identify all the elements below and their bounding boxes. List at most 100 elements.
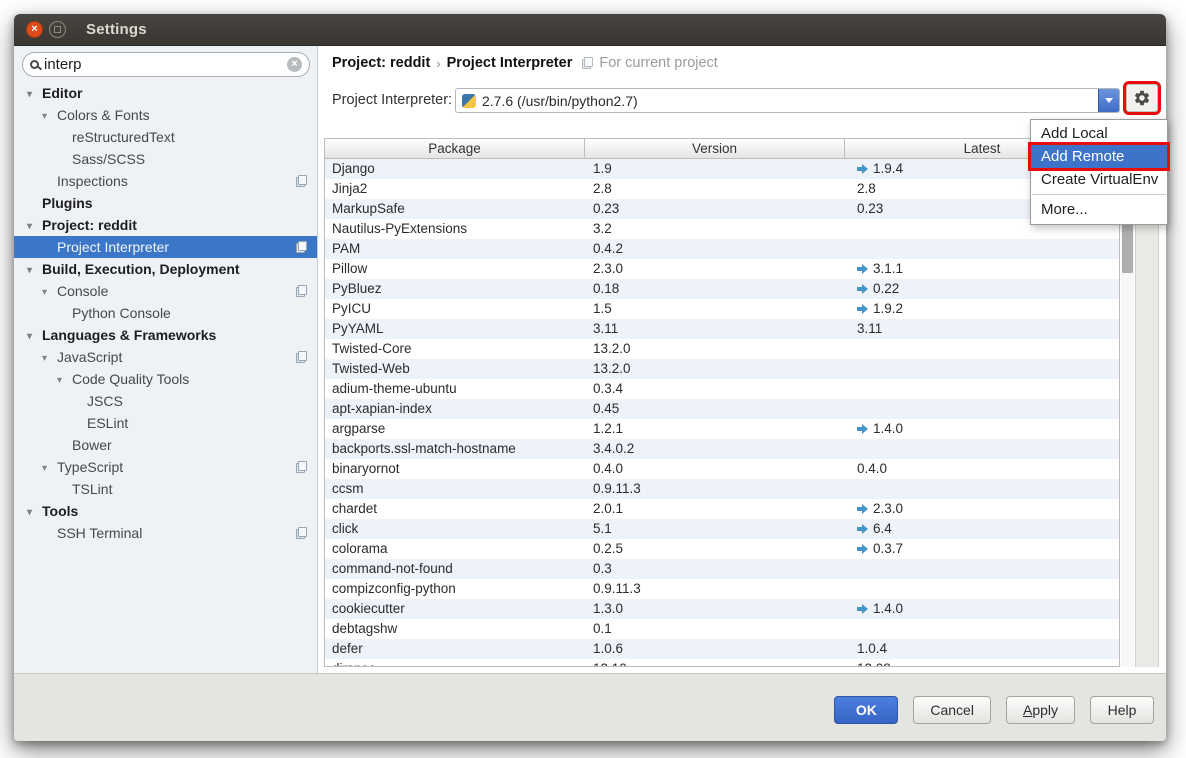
interpreter-combobox[interactable]: 2.7.6 (/usr/bin/python2.7) — [455, 88, 1120, 113]
sidebar-item-project-reddit[interactable]: ▾Project: reddit — [14, 214, 317, 236]
sidebar-item-label: Plugins — [42, 195, 93, 211]
package-row-compizconfig-python[interactable]: compizconfig-python0.9.11.3 — [325, 579, 1119, 599]
combo-dropdown-button[interactable] — [1098, 89, 1119, 112]
package-row-command-not-found[interactable]: command-not-found0.3 — [325, 559, 1119, 579]
package-name: Nautilus-PyExtensions — [325, 219, 585, 239]
ok-button[interactable]: OK — [834, 696, 898, 724]
package-row-pyyaml[interactable]: PyYAML3.113.11 — [325, 319, 1119, 339]
package-row-pam[interactable]: PAM0.4.2 — [325, 239, 1119, 259]
search-value[interactable]: interp — [44, 56, 287, 73]
package-row-argparse[interactable]: argparse1.2.11.4.0 — [325, 419, 1119, 439]
package-latest: 6.4 — [845, 519, 1119, 539]
package-row-binaryornot[interactable]: binaryornot0.4.00.4.0 — [325, 459, 1119, 479]
package-version: 5.1 — [585, 519, 845, 539]
expand-arrow-icon[interactable]: ▾ — [42, 458, 57, 480]
package-row-jinja2[interactable]: Jinja22.82.8 — [325, 179, 1119, 199]
package-name: command-not-found — [325, 559, 585, 579]
sidebar-item-tslint[interactable]: TSLint — [14, 478, 317, 500]
menu-item-add-remote[interactable]: Add Remote — [1031, 145, 1167, 168]
package-row-adium-theme-ubuntu[interactable]: adium-theme-ubuntu0.3.4 — [325, 379, 1119, 399]
sidebar-item-typescript[interactable]: ▾TypeScript — [14, 456, 317, 478]
expand-arrow-icon[interactable]: ▾ — [42, 106, 57, 128]
sidebar-item-code-quality-tools[interactable]: ▾Code Quality Tools — [14, 368, 317, 390]
settings-sidebar: interp × ▾Editor▾Colors & FontsreStructu… — [14, 46, 318, 673]
menu-item-create-virtualenv[interactable]: Create VirtualEnv — [1031, 168, 1167, 191]
sidebar-item-restructuredtext[interactable]: reStructuredText — [14, 126, 317, 148]
search-input[interactable]: interp × — [22, 52, 310, 77]
package-row-chardet[interactable]: chardet2.0.12.3.0 — [325, 499, 1119, 519]
package-name: binaryornot — [325, 459, 585, 479]
sidebar-item-plugins[interactable]: Plugins — [14, 192, 317, 214]
package-row-backports-ssl-match-hostname[interactable]: backports.ssl-match-hostname3.4.0.2 — [325, 439, 1119, 459]
interpreter-gear-menu: Add LocalAdd RemoteCreate VirtualEnv More… — [1030, 119, 1168, 225]
package-name: adium-theme-ubuntu — [325, 379, 585, 399]
package-version: 0.45 — [585, 399, 845, 419]
sidebar-item-editor[interactable]: ▾Editor — [14, 82, 317, 104]
package-row-pillow[interactable]: Pillow2.3.03.1.1 — [325, 259, 1119, 279]
package-row-apt-xapian-index[interactable]: apt-xapian-index0.45 — [325, 399, 1119, 419]
package-row-debtagshw[interactable]: debtagshw0.1 — [325, 619, 1119, 639]
gear-button[interactable] — [1126, 84, 1158, 112]
expand-arrow-icon[interactable]: ▾ — [57, 370, 72, 392]
close-icon[interactable]: × — [26, 21, 43, 38]
breadcrumb-section[interactable]: Project: reddit — [332, 55, 430, 71]
sidebar-item-inspections[interactable]: Inspections — [14, 170, 317, 192]
package-row-pyicu[interactable]: PyICU1.51.9.2 — [325, 299, 1119, 319]
package-row-colorama[interactable]: colorama0.2.50.3.7 — [325, 539, 1119, 559]
package-row-pybluez[interactable]: PyBluez0.180.22 — [325, 279, 1119, 299]
package-version: 0.23 — [585, 199, 845, 219]
menu-item-more[interactable]: More... — [1031, 198, 1167, 221]
expand-arrow-icon[interactable]: ▾ — [27, 216, 42, 238]
package-latest — [845, 479, 1119, 499]
sidebar-item-console[interactable]: ▾Console — [14, 280, 317, 302]
package-row-twisted-web[interactable]: Twisted-Web13.2.0 — [325, 359, 1119, 379]
package-row-nautilus-pyextensions[interactable]: Nautilus-PyExtensions3.2 — [325, 219, 1119, 239]
package-row-cookiecutter[interactable]: cookiecutter1.3.01.4.0 — [325, 599, 1119, 619]
sidebar-item-ssh-terminal[interactable]: SSH Terminal — [14, 522, 317, 544]
expand-arrow-icon[interactable]: ▾ — [27, 260, 42, 282]
help-button[interactable]: Help — [1090, 696, 1154, 724]
column-header-version[interactable]: Version — [585, 139, 845, 158]
copy-settings-icon — [582, 57, 593, 69]
sidebar-item-jscs[interactable]: JSCS — [14, 390, 317, 412]
package-latest: 3.1.1 — [845, 259, 1119, 279]
sidebar-item-tools[interactable]: ▾Tools — [14, 500, 317, 522]
expand-arrow-icon[interactable]: ▾ — [42, 348, 57, 370]
expand-arrow-icon[interactable]: ▾ — [27, 326, 42, 348]
clear-search-icon[interactable]: × — [287, 57, 302, 72]
titlebar[interactable]: × Settings — [14, 14, 1166, 46]
package-row-django[interactable]: Django1.91.9.4 — [325, 159, 1119, 179]
column-header-package[interactable]: Package — [325, 139, 585, 158]
package-row-dirspec[interactable]: dirspec13.1013.08 — [325, 659, 1119, 667]
sidebar-item-build-execution-deployment[interactable]: ▾Build, Execution, Deployment — [14, 258, 317, 280]
sidebar-item-javascript[interactable]: ▾JavaScript — [14, 346, 317, 368]
sidebar-item-colors-fonts[interactable]: ▾Colors & Fonts — [14, 104, 317, 126]
sidebar-item-languages-frameworks[interactable]: ▾Languages & Frameworks — [14, 324, 317, 346]
menu-item-add-local[interactable]: Add Local — [1031, 122, 1167, 145]
package-row-click[interactable]: click5.16.4 — [325, 519, 1119, 539]
sidebar-item-python-console[interactable]: Python Console — [14, 302, 317, 324]
sidebar-item-label: JavaScript — [57, 349, 122, 365]
package-table: PackageVersionLatest Django1.91.9.4Jinja… — [324, 138, 1120, 667]
package-row-twisted-core[interactable]: Twisted-Core13.2.0 — [325, 339, 1119, 359]
sidebar-item-project-interpreter[interactable]: Project Interpreter — [14, 236, 317, 258]
restore-icon[interactable] — [49, 21, 66, 38]
package-version: 0.4.0 — [585, 459, 845, 479]
sidebar-item-bower[interactable]: Bower — [14, 434, 317, 456]
package-row-ccsm[interactable]: ccsm0.9.11.3 — [325, 479, 1119, 499]
gear-icon — [1133, 89, 1151, 107]
sidebar-item-label: Editor — [42, 85, 82, 101]
cancel-button[interactable]: Cancel — [913, 696, 991, 724]
breadcrumb-page: Project Interpreter — [447, 55, 573, 71]
expand-arrow-icon[interactable]: ▾ — [27, 84, 42, 106]
chevron-down-icon — [1105, 98, 1113, 103]
package-latest — [845, 379, 1119, 399]
sidebar-item-sass-scss[interactable]: Sass/SCSS — [14, 148, 317, 170]
apply-button[interactable]: Apply — [1006, 696, 1075, 724]
package-row-markupsafe[interactable]: MarkupSafe0.230.23 — [325, 199, 1119, 219]
sidebar-item-eslint[interactable]: ESLint — [14, 412, 317, 434]
package-version: 2.3.0 — [585, 259, 845, 279]
package-row-defer[interactable]: defer1.0.61.0.4 — [325, 639, 1119, 659]
expand-arrow-icon[interactable]: ▾ — [27, 502, 42, 524]
expand-arrow-icon[interactable]: ▾ — [42, 282, 57, 304]
